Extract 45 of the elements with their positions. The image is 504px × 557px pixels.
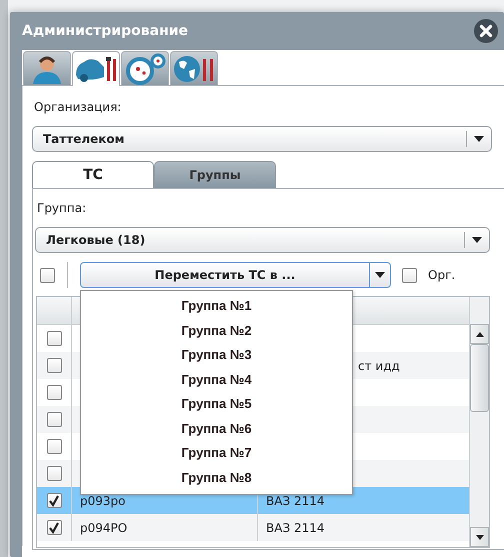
tab[interactable] xyxy=(121,51,169,85)
tab[interactable] xyxy=(72,51,120,86)
checkbox[interactable] xyxy=(46,385,62,400)
table-cell: ВАЗ 2114 xyxy=(266,520,324,534)
menu-item[interactable]: Группа №2 xyxy=(81,318,352,343)
group-dropdown[interactable]: Легковые (18) xyxy=(35,227,490,253)
menu-item[interactable]: Группа №8 xyxy=(81,466,352,490)
checkbox[interactable] xyxy=(46,358,62,373)
tab[interactable] xyxy=(170,51,218,85)
caret-icon xyxy=(474,136,484,142)
tab[interactable]: Группы xyxy=(154,161,276,188)
menu-item[interactable]: Группа №4 xyxy=(81,368,352,392)
checkbox[interactable] xyxy=(46,439,62,454)
menu-item[interactable]: Группа №3 xyxy=(81,343,352,368)
tab[interactable]: ТС xyxy=(32,161,154,188)
field-label: Группа: xyxy=(36,200,88,217)
window-title: Администрирование xyxy=(22,23,188,39)
checkbox[interactable] xyxy=(46,466,62,481)
field-label: Организация: xyxy=(33,99,122,116)
checkbox[interactable] xyxy=(46,412,62,427)
table-cell: ст идд xyxy=(358,358,400,372)
checkbox[interactable] xyxy=(402,268,417,282)
scrollbar[interactable] xyxy=(469,297,489,547)
caret-icon xyxy=(472,237,482,243)
checkbox[interactable] xyxy=(46,493,62,508)
scroll-down-icon[interactable] xyxy=(476,534,484,540)
close-icon[interactable] xyxy=(474,19,498,43)
table-row[interactable]: р094РО ВАЗ 2114 xyxy=(37,514,469,541)
menu-item[interactable]: Группа №5 xyxy=(81,392,352,416)
checkbox[interactable] xyxy=(40,268,55,282)
move-dropdown[interactable]: Переместить ТС в ... xyxy=(80,262,391,288)
table-cell: р093ро xyxy=(80,494,126,508)
table-cell: ВАЗ 2114 xyxy=(266,494,324,508)
organization-dropdown[interactable]: Таттелеком xyxy=(32,126,492,152)
table-cell: р094РО xyxy=(80,520,128,534)
menu-item[interactable]: Группа №7 xyxy=(81,441,352,466)
scroll-thumb[interactable] xyxy=(470,344,489,412)
checkbox[interactable] xyxy=(46,331,62,346)
tab[interactable] xyxy=(23,51,71,85)
checkbox-label: Орг. xyxy=(428,268,456,282)
checkbox[interactable] xyxy=(46,520,62,535)
menu-item[interactable]: Группа №6 xyxy=(81,416,352,441)
menu-item[interactable]: Группа №1 xyxy=(81,294,352,318)
caret-icon xyxy=(375,272,385,278)
scroll-up-icon[interactable] xyxy=(476,332,484,336)
